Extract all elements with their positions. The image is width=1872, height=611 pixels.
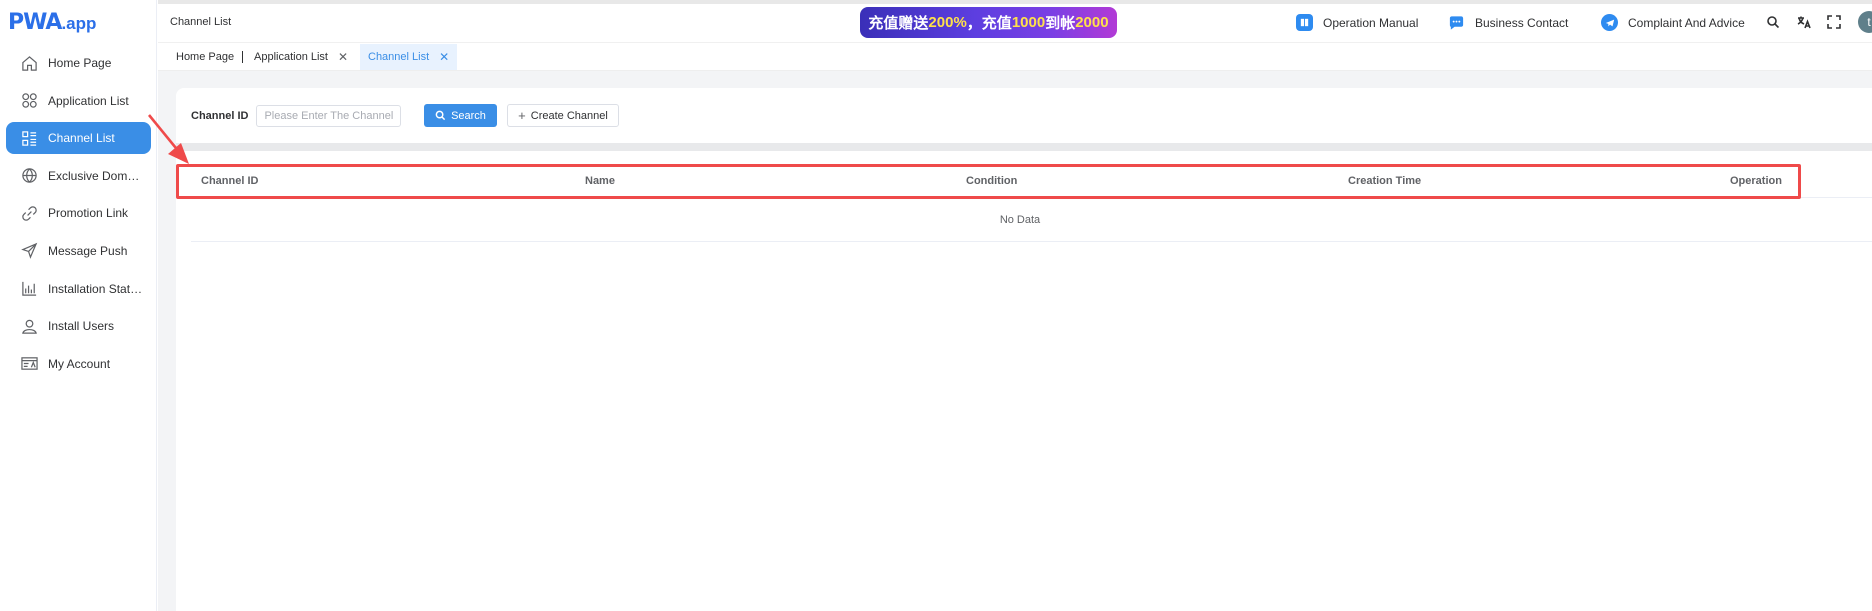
app-logo[interactable]: PWA .app bbox=[8, 10, 97, 35]
sidebar-item-channel-list[interactable]: Channel List bbox=[6, 122, 151, 155]
sidebar-item-message-push[interactable]: Message Push bbox=[6, 235, 151, 267]
table-bottom-border bbox=[191, 241, 1872, 242]
user-icon bbox=[20, 317, 38, 335]
channel-id-input[interactable] bbox=[256, 105, 402, 127]
sidebar-menu: Home Page Application List Channel List … bbox=[0, 47, 157, 385]
channel-list-icon bbox=[20, 129, 38, 147]
highlight-box bbox=[176, 164, 1801, 199]
tab-home-page[interactable]: Home Page bbox=[168, 44, 242, 70]
fullscreen-icon[interactable] bbox=[1826, 14, 1842, 30]
promo-banner[interactable]: 充值赠送 200% ，充值 1000 到帐 2000 bbox=[860, 7, 1117, 38]
channel-id-label: Channel ID bbox=[191, 110, 249, 122]
logo-domain: .app bbox=[61, 14, 97, 33]
search-icon[interactable] bbox=[1765, 14, 1781, 30]
promo-text-3: ，充值 bbox=[966, 15, 1012, 32]
account-card-icon bbox=[20, 355, 38, 373]
logo-brand: PWA bbox=[8, 10, 62, 35]
promo-text-6: 2000 bbox=[1075, 14, 1109, 31]
filter-row: Channel ID bbox=[191, 104, 402, 128]
sidebar-item-label: Home Page bbox=[48, 56, 112, 70]
book-icon bbox=[1296, 14, 1313, 31]
sidebar-item-label: Installation Statist... bbox=[48, 281, 144, 296]
chat-icon bbox=[1448, 14, 1465, 31]
sidebar-item-label: Install Users bbox=[48, 319, 115, 334]
empty-table-message: No Data bbox=[999, 214, 1041, 226]
sidebar-item-label: Application List bbox=[48, 93, 129, 108]
section-divider bbox=[176, 143, 1872, 151]
sidebar-item-install-users[interactable]: Install Users bbox=[6, 310, 151, 342]
sidebar-item-installation-statistics[interactable]: Installation Statist... bbox=[6, 273, 151, 305]
sidebar-item-label: Promotion Link bbox=[48, 206, 129, 221]
breadcrumb: Channel List bbox=[170, 16, 232, 28]
domain-globe-icon bbox=[20, 167, 38, 185]
close-icon[interactable]: ✕ bbox=[338, 50, 348, 64]
tab-label: Channel List bbox=[368, 51, 430, 63]
promo-text-1: 充值赠送 bbox=[868, 15, 929, 32]
create-channel-button[interactable]: + Create Channel bbox=[507, 104, 619, 127]
translate-icon[interactable] bbox=[1796, 14, 1812, 30]
sidebar-item-my-account[interactable]: My Account bbox=[6, 348, 151, 380]
sidebar-item-promotion-link[interactable]: Promotion Link bbox=[6, 197, 151, 229]
apps-grid-icon bbox=[20, 92, 38, 110]
sidebar: PWA .app Home Page Application List Chan… bbox=[0, 0, 157, 611]
sidebar-item-application-list[interactable]: Application List bbox=[6, 85, 151, 117]
telegram-icon bbox=[1601, 14, 1618, 31]
link-icon bbox=[20, 204, 38, 222]
create-channel-label: Create Channel bbox=[530, 109, 608, 122]
complaint-advice-link[interactable]: Complaint And Advice bbox=[1601, 14, 1745, 31]
tab-label: Application List bbox=[254, 51, 328, 63]
sidebar-item-home[interactable]: Home Page bbox=[6, 47, 151, 79]
tab-separator bbox=[242, 51, 243, 63]
sidebar-item-label: Channel List bbox=[48, 131, 115, 146]
top-border bbox=[158, 0, 1872, 4]
sidebar-item-exclusive-domain[interactable]: Exclusive Domain... bbox=[6, 160, 151, 192]
send-icon bbox=[20, 242, 38, 260]
tab-label: Home Page bbox=[176, 51, 235, 63]
business-contact-label: Business Contact bbox=[1475, 15, 1569, 30]
tab-channel-list[interactable]: Channel List ✕ bbox=[360, 44, 458, 70]
sidebar-item-label: My Account bbox=[48, 356, 111, 371]
plus-icon: + bbox=[518, 108, 526, 123]
complaint-advice-label: Complaint And Advice bbox=[1628, 15, 1745, 30]
promo-text-2: 200% bbox=[928, 14, 967, 31]
sidebar-item-label: Exclusive Domain... bbox=[48, 168, 144, 183]
search-icon bbox=[435, 110, 446, 121]
search-button[interactable]: Search bbox=[424, 104, 497, 127]
home-icon bbox=[20, 54, 38, 72]
search-button-label: Search bbox=[451, 109, 486, 122]
sidebar-item-label: Message Push bbox=[48, 243, 128, 258]
tab-application-list[interactable]: Application List ✕ bbox=[246, 44, 356, 70]
close-icon[interactable]: ✕ bbox=[439, 50, 449, 64]
operation-manual-label: Operation Manual bbox=[1323, 15, 1419, 30]
bar-chart-icon bbox=[20, 280, 38, 298]
promo-text-5: 到帐 bbox=[1045, 15, 1076, 32]
business-contact-link[interactable]: Business Contact bbox=[1448, 14, 1568, 31]
operation-manual-link[interactable]: Operation Manual bbox=[1296, 14, 1418, 31]
promo-text-4: 1000 bbox=[1011, 14, 1046, 31]
tabs-bar: Home Page Application List ✕ Channel Lis… bbox=[158, 44, 1872, 71]
